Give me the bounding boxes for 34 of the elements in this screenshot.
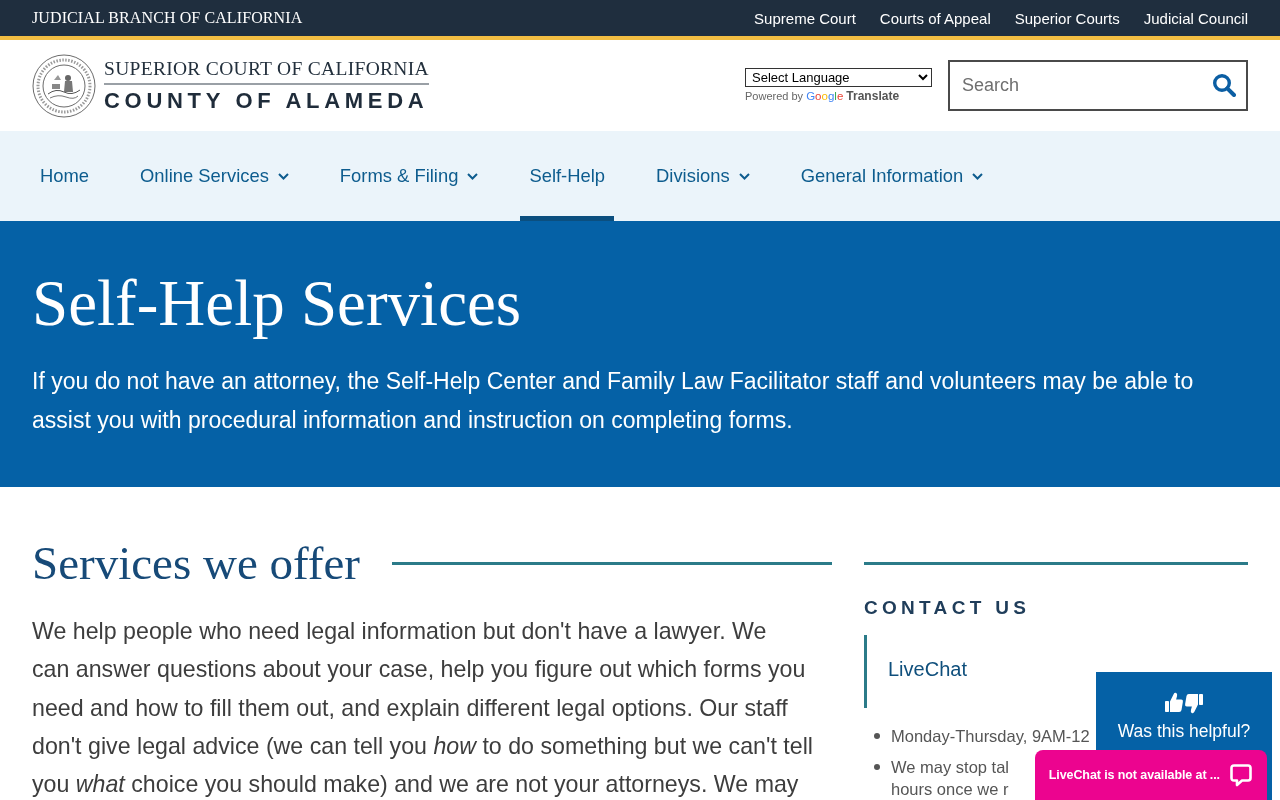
list-item-text: Monday-Thursday, 9AM-12 <box>891 726 1090 747</box>
card-title: LiveChat <box>888 657 967 682</box>
nav-link[interactable]: Online Services <box>131 131 298 221</box>
list-item-text: We may stop tal hours once we r <box>891 757 1009 800</box>
page-title: Self-Help Services <box>32 266 523 341</box>
bullet-icon <box>874 764 880 770</box>
nav-link[interactable]: General Information <box>791 131 993 221</box>
nav-link[interactable]: Home <box>31 131 99 221</box>
chat-bubble-icon <box>1229 763 1253 787</box>
search-icon[interactable] <box>1212 73 1236 97</box>
chevron-down-icon <box>467 172 479 180</box>
top-link[interactable]: Courts of Appeal <box>879 9 991 27</box>
livechat-button[interactable]: LiveChat is not available at ... <box>1034 750 1267 800</box>
powered-by-text: Powered by Google Translate <box>745 89 901 103</box>
top-link[interactable]: Judicial Council <box>1143 9 1248 27</box>
bullet-icon <box>874 733 880 739</box>
nav-link[interactable]: Forms & Filing <box>330 131 488 221</box>
top-link[interactable]: Superior Courts <box>1014 9 1120 27</box>
chevron-down-icon <box>277 172 289 180</box>
language-select[interactable]: Select Language <box>745 68 932 87</box>
court-name: SUPERIOR COURT OF CALIFORNIA <box>104 57 429 80</box>
top-link[interactable]: Supreme Court <box>754 9 856 27</box>
nav-link[interactable]: Divisions <box>647 131 759 221</box>
chevron-down-icon <box>738 172 750 180</box>
sidebar-heading: CONTACT US <box>864 596 1032 620</box>
section-heading: Services we offer <box>32 537 360 589</box>
chevron-down-icon <box>972 172 984 180</box>
site-title: JUDICIAL BRANCH OF CALIFORNIA <box>32 9 303 27</box>
body-text: We help people who need legal information but don't have a lawyer. We can answer questions about your case, help you figure out which forms you need and how to fill them out, and explain different legal options. Our staff don't give legal advice (we can tell you how to do something but we can't tell you what choice you should make) and we are not your attorneys. We may <box>32 617 814 800</box>
thumbs-up-down-icon <box>1165 692 1203 714</box>
search-field[interactable]: Search <box>948 60 1248 111</box>
county-name: COUNTY OF ALAMEDA <box>104 87 429 114</box>
intro-text: If you do not have an attorney, the Self-Help Center and Family Law Facilitator staff and volunteers may be able to assist you with procedural information and instruction on completing forms. <box>32 367 1195 435</box>
seal-icon <box>32 53 96 118</box>
